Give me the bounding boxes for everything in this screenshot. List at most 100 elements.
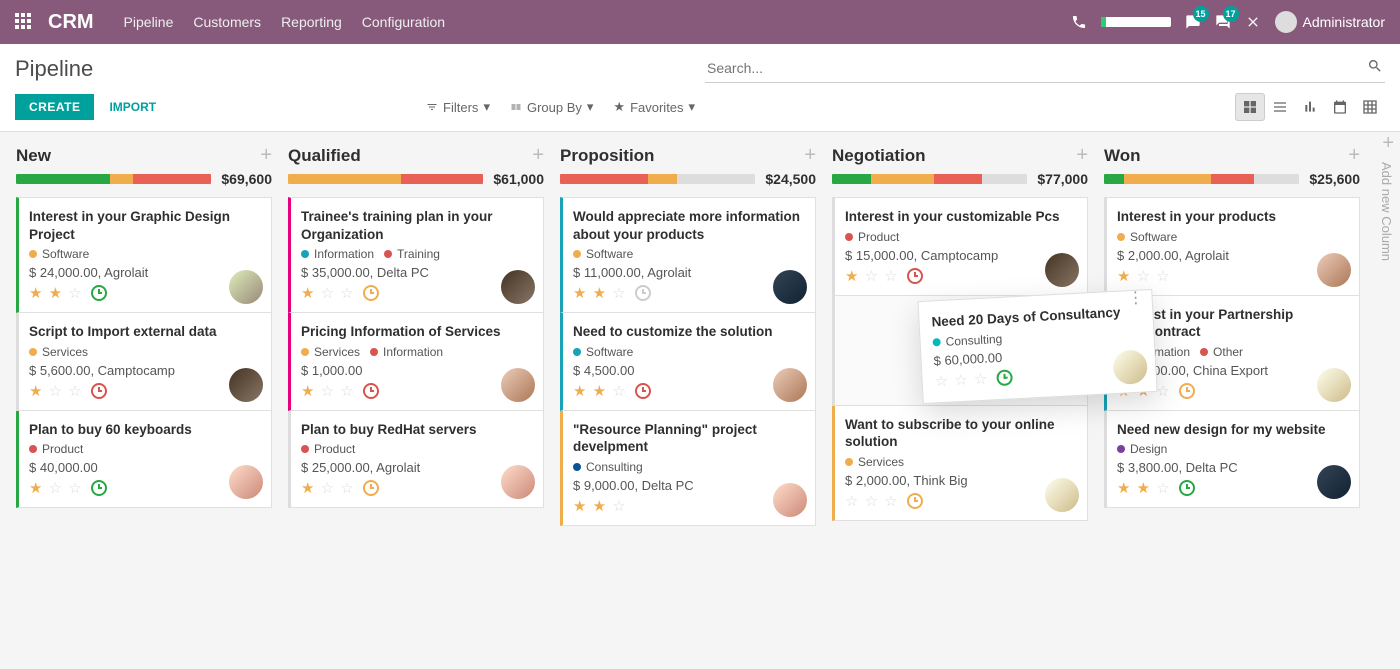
chat-icon[interactable]: 17 xyxy=(1215,14,1231,30)
card-title: Interest in your products xyxy=(1117,208,1347,226)
filters-dropdown[interactable]: Filters ▾ xyxy=(426,99,490,115)
dragging-card[interactable]: ⋮ Need 20 Days of Consultancy Consulting… xyxy=(917,289,1157,404)
close-icon[interactable] xyxy=(1245,14,1261,30)
clock-icon[interactable] xyxy=(363,383,379,399)
star-rating[interactable]: ★ ☆ ☆ xyxy=(301,284,355,302)
add-card-button[interactable]: + xyxy=(532,144,544,167)
tag-dot xyxy=(1117,445,1125,453)
kanban-column: New+$69,600Interest in your Graphic Desi… xyxy=(8,144,280,655)
avatar xyxy=(229,270,263,304)
tag-label: Information xyxy=(383,345,443,359)
star-rating[interactable]: ★ ☆ ☆ xyxy=(1117,267,1171,285)
clock-icon[interactable] xyxy=(907,493,923,509)
kanban-column: Qualified+$61,000Trainee's training plan… xyxy=(280,144,552,655)
messages-icon[interactable]: 15 xyxy=(1185,14,1201,30)
tag-dot xyxy=(573,250,581,258)
card-title: Interest in your customizable Pcs xyxy=(845,208,1075,226)
kanban-card[interactable]: "Resource Planning" project develpmentCo… xyxy=(560,411,816,526)
view-kanban[interactable] xyxy=(1235,93,1265,121)
star-rating[interactable]: ☆ ☆ ☆ xyxy=(845,492,899,510)
nav-pipeline[interactable]: Pipeline xyxy=(124,14,174,30)
view-calendar[interactable] xyxy=(1325,93,1355,121)
kanban-card[interactable]: Pricing Information of ServicesServicesI… xyxy=(288,313,544,411)
favorites-dropdown[interactable]: ★ Favorites ▾ xyxy=(613,99,695,115)
apps-icon[interactable] xyxy=(15,13,33,31)
kanban-card[interactable]: Plan to buy 60 keyboardsProduct$ 40,000.… xyxy=(16,411,272,509)
add-card-button[interactable]: + xyxy=(1076,144,1088,167)
star-rating[interactable]: ★ ☆ ☆ xyxy=(301,479,355,497)
star-rating[interactable]: ★ ★ ☆ xyxy=(1117,479,1171,497)
star-rating[interactable]: ★ ☆ ☆ xyxy=(29,479,83,497)
kanban-card[interactable]: Need to customize the solutionSoftware$ … xyxy=(560,313,816,411)
avatar xyxy=(1045,478,1079,512)
tag-dot xyxy=(932,338,940,346)
star-rating[interactable]: ☆ ☆ ☆ xyxy=(934,369,989,390)
kanban-card[interactable]: Interest in your customizable Pcs Product… xyxy=(832,197,1088,296)
tag-label: Software xyxy=(1130,230,1177,244)
view-graph[interactable] xyxy=(1295,93,1325,121)
kanban-card[interactable]: Plan to buy RedHat serversProduct$ 25,00… xyxy=(288,411,544,509)
clock-icon[interactable] xyxy=(1179,383,1195,399)
add-card-button[interactable]: + xyxy=(804,144,816,167)
clock-icon[interactable] xyxy=(635,285,651,301)
card-title: Need to customize the solution xyxy=(573,323,803,341)
card-tags: Product xyxy=(845,230,1075,244)
kanban-card[interactable]: Trainee's training plan in your Organiza… xyxy=(288,197,544,313)
column-title: Won xyxy=(1104,146,1340,166)
clock-icon[interactable] xyxy=(635,383,651,399)
card-title: Trainee's training plan in your Organiza… xyxy=(301,208,531,243)
star-rating[interactable]: ★ ★ ☆ xyxy=(573,382,627,400)
view-list[interactable] xyxy=(1265,93,1295,121)
groupby-dropdown[interactable]: Group By ▾ xyxy=(510,99,593,115)
nav-configuration[interactable]: Configuration xyxy=(362,14,445,30)
create-button[interactable]: CREATE xyxy=(15,94,94,120)
clock-icon[interactable] xyxy=(907,268,923,284)
search-icon[interactable] xyxy=(1367,58,1383,77)
tag-label: Product xyxy=(314,442,355,456)
star-rating[interactable]: ★ ☆ ☆ xyxy=(845,267,899,285)
card-tags: Consulting xyxy=(573,460,803,474)
column-title: Negotiation xyxy=(832,146,1068,166)
kanban-card[interactable]: Interest in your Graphic Design ProjectS… xyxy=(16,197,272,313)
avatar xyxy=(229,368,263,402)
subheader: Pipeline CREATE IMPORT Filters ▾ Group B… xyxy=(0,44,1400,132)
import-link[interactable]: IMPORT xyxy=(109,100,156,114)
nav-reporting[interactable]: Reporting xyxy=(281,14,342,30)
clock-icon[interactable] xyxy=(996,369,1013,386)
progress-indicator[interactable] xyxy=(1101,17,1171,27)
tag-label: Other xyxy=(1213,345,1243,359)
star-rating[interactable]: ★ ★ ☆ xyxy=(573,497,627,515)
clock-icon[interactable] xyxy=(91,480,107,496)
clock-icon[interactable] xyxy=(91,383,107,399)
star-rating[interactable]: ★ ★ ☆ xyxy=(573,284,627,302)
kanban-card[interactable]: Want to subscribe to your online solutio… xyxy=(832,406,1088,521)
star-rating[interactable]: ★ ☆ ☆ xyxy=(301,382,355,400)
column-progress xyxy=(288,174,483,184)
card-menu-icon[interactable]: ⋮ xyxy=(1128,296,1144,301)
nav-customers[interactable]: Customers xyxy=(193,14,261,30)
kanban-card[interactable]: Would appreciate more information about … xyxy=(560,197,816,313)
star-rating[interactable]: ★ ★ ☆ xyxy=(29,284,83,302)
star-rating[interactable]: ★ ☆ ☆ xyxy=(29,382,83,400)
kanban-column: Proposition+$24,500Would appreciate more… xyxy=(552,144,824,655)
search-input[interactable] xyxy=(705,54,1385,83)
card-title: Plan to buy RedHat servers xyxy=(301,421,531,439)
kanban-card[interactable]: Script to Import external dataServices$ … xyxy=(16,313,272,411)
card-amount: $ 24,000.00, Agrolait xyxy=(29,265,259,280)
clock-icon[interactable] xyxy=(1179,480,1195,496)
clock-icon[interactable] xyxy=(91,285,107,301)
kanban-card[interactable]: Need new design for my websiteDesign$ 3,… xyxy=(1104,411,1360,509)
column-title: Proposition xyxy=(560,146,796,166)
tag-dot xyxy=(301,445,309,453)
clock-icon[interactable] xyxy=(363,285,379,301)
add-card-button[interactable]: + xyxy=(260,144,272,167)
add-column[interactable]: Add new Column xyxy=(1375,132,1398,261)
tag-dot xyxy=(29,250,37,258)
view-pivot[interactable] xyxy=(1355,93,1385,121)
clock-icon[interactable] xyxy=(363,480,379,496)
phone-icon[interactable] xyxy=(1071,14,1087,30)
column-total: $77,000 xyxy=(1037,171,1088,187)
add-card-button[interactable]: + xyxy=(1348,144,1360,167)
user-menu[interactable]: Administrator xyxy=(1275,11,1385,33)
kanban-card[interactable]: Interest in your productsSoftware$ 2,000… xyxy=(1104,197,1360,296)
